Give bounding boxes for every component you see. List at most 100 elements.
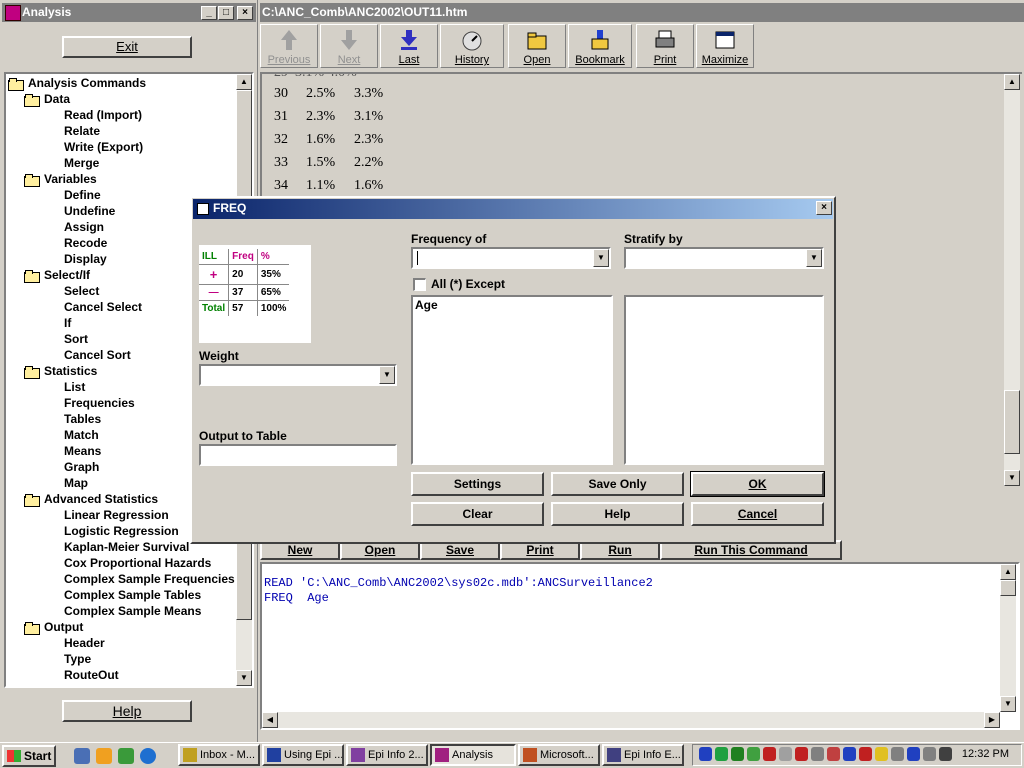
close-button[interactable]: × — [237, 6, 253, 20]
taskbar-task-button[interactable]: Inbox - M... — [178, 744, 260, 766]
toolbar-maximize-button[interactable]: Maximize — [696, 24, 754, 68]
media-player-icon[interactable] — [96, 748, 112, 764]
tree-folder[interactable]: Advanced Statistics — [24, 491, 158, 507]
ok-button[interactable]: OK — [690, 471, 825, 497]
editor-scroll-left-button[interactable]: ◀ — [262, 712, 278, 728]
variables-list[interactable]: Age — [411, 295, 613, 465]
weight-dropdown-button[interactable]: ▼ — [379, 366, 395, 384]
tree-item[interactable]: Linear Regression — [64, 507, 169, 523]
tree-item[interactable]: Undefine — [64, 203, 115, 219]
tray-icon[interactable] — [907, 747, 920, 761]
tree-item[interactable]: Match — [64, 427, 99, 443]
show-desktop-icon[interactable] — [74, 748, 90, 764]
tree-folder[interactable]: Select/If — [24, 267, 90, 283]
toolbar-next-button[interactable]: Next — [320, 24, 378, 68]
tree-item[interactable]: Read (Import) — [64, 107, 142, 123]
tree-item[interactable]: Write (Export) — [64, 139, 143, 155]
toolbar-bookmark-button[interactable]: Bookmark — [568, 24, 632, 68]
editor-vscroll-thumb[interactable] — [1000, 580, 1016, 596]
tray-icon[interactable] — [763, 747, 776, 761]
tree-folder[interactable]: Variables — [24, 171, 97, 187]
tray-icon[interactable] — [859, 747, 872, 761]
tree-item[interactable]: Select — [64, 283, 99, 299]
tray-icon[interactable] — [795, 747, 808, 761]
tray-icon[interactable] — [779, 747, 792, 761]
tree-item[interactable]: Recode — [64, 235, 107, 251]
tree-item[interactable]: Tables — [64, 411, 101, 427]
tree-item[interactable]: Define — [64, 187, 101, 203]
cancel-button[interactable]: Cancel — [691, 502, 824, 526]
tray-icon[interactable] — [747, 747, 760, 761]
program-code[interactable]: READ 'C:\ANC_Comb\ANC2002\sys02c.mdb':AN… — [264, 576, 653, 606]
tree-item[interactable]: Complex Sample Frequencies — [64, 571, 235, 587]
stratify-list[interactable] — [624, 295, 824, 465]
dialog-help-button[interactable]: Help — [551, 502, 684, 526]
tree-item[interactable]: Map — [64, 475, 88, 491]
taskbar-task-button[interactable]: Analysis — [430, 744, 516, 766]
calendar-icon[interactable] — [118, 748, 134, 764]
tree-folder[interactable]: Data — [24, 91, 70, 107]
stratify-by-dropdown-button[interactable]: ▼ — [806, 249, 822, 267]
tree-folder[interactable]: Output — [24, 619, 83, 635]
tree-folder[interactable]: Analysis Commands — [8, 75, 146, 91]
output-scroll-up-button[interactable]: ▲ — [1004, 74, 1020, 90]
tree-item[interactable]: Cox Proportional Hazards — [64, 555, 211, 571]
stratify-by-combo[interactable]: ▼ — [624, 247, 824, 269]
all-except-checkbox[interactable] — [413, 278, 426, 291]
weight-combo[interactable]: ▼ — [199, 364, 397, 386]
toolbar-history-button[interactable]: History — [440, 24, 504, 68]
settings-button[interactable]: Settings — [411, 472, 544, 496]
freq-close-button[interactable]: × — [816, 201, 832, 215]
tree-item[interactable]: If — [64, 315, 71, 331]
output-scroll-down-button[interactable]: ▼ — [1004, 470, 1020, 486]
tree-item[interactable]: Type — [64, 651, 91, 667]
all-except-label[interactable]: All (*) Except — [431, 277, 505, 291]
minimize-button[interactable]: _ — [201, 6, 217, 20]
tree-item[interactable]: Relate — [64, 123, 100, 139]
editor-scroll-right-button[interactable]: ▶ — [984, 712, 1000, 728]
tree-item[interactable]: Kaplan-Meier Survival — [64, 539, 189, 555]
exit-button[interactable]: Exit — [62, 36, 192, 58]
tree-item[interactable]: List — [64, 379, 85, 395]
editor-scroll-up-button[interactable]: ▲ — [1000, 564, 1016, 580]
output-scroll-thumb[interactable] — [1004, 390, 1020, 454]
variable-item[interactable]: Age — [415, 298, 609, 312]
browser-icon[interactable] — [140, 748, 156, 764]
toolbar-last-button[interactable]: Last — [380, 24, 438, 68]
tray-icon[interactable] — [827, 747, 840, 761]
toolbar-previous-button[interactable]: Previous — [260, 24, 318, 68]
tray-icon[interactable] — [699, 747, 712, 761]
tray-icon[interactable] — [891, 747, 904, 761]
tree-folder[interactable]: Statistics — [24, 363, 97, 379]
taskbar-task-button[interactable]: Microsoft... — [518, 744, 600, 766]
tree-scroll-up-button[interactable]: ▲ — [236, 74, 252, 90]
toolbar-open-button[interactable]: Open — [508, 24, 566, 68]
tree-item[interactable]: Sort — [64, 331, 88, 347]
tray-icon[interactable] — [939, 747, 952, 761]
tray-icon[interactable] — [843, 747, 856, 761]
tree-item[interactable]: Frequencies — [64, 395, 135, 411]
start-button[interactable]: Start — [2, 745, 56, 767]
editor-scroll-down-button[interactable]: ▼ — [1000, 696, 1016, 712]
tree-item[interactable]: Complex Sample Means — [64, 603, 201, 619]
editor-vscrollbar[interactable]: ▲ ▼ — [1000, 564, 1016, 712]
tree-item[interactable]: Assign — [64, 219, 104, 235]
save-only-button[interactable]: Save Only — [551, 472, 684, 496]
frequency-of-dropdown-button[interactable]: ▼ — [593, 249, 609, 267]
output-scrollbar[interactable]: ▲ ▼ — [1004, 74, 1020, 486]
tray-icon[interactable] — [811, 747, 824, 761]
tray-icon[interactable] — [731, 747, 744, 761]
tray-icon[interactable] — [923, 747, 936, 761]
tree-item[interactable]: Header — [64, 635, 105, 651]
help-button[interactable]: Help — [62, 700, 192, 722]
editor-hscrollbar[interactable]: ◀ ▶ — [262, 712, 1000, 728]
clear-button[interactable]: Clear — [411, 502, 544, 526]
taskbar-task-button[interactable]: Epi Info 2... — [346, 744, 428, 766]
tree-item[interactable]: Cancel Sort — [64, 347, 131, 363]
frequency-of-combo[interactable]: ▼ — [411, 247, 611, 269]
tree-item[interactable]: Complex Sample Tables — [64, 587, 201, 603]
tray-icon[interactable] — [875, 747, 888, 761]
tray-icon[interactable] — [715, 747, 728, 761]
tree-scroll-down-button[interactable]: ▼ — [236, 670, 252, 686]
tree-item[interactable]: Cancel Select — [64, 299, 142, 315]
